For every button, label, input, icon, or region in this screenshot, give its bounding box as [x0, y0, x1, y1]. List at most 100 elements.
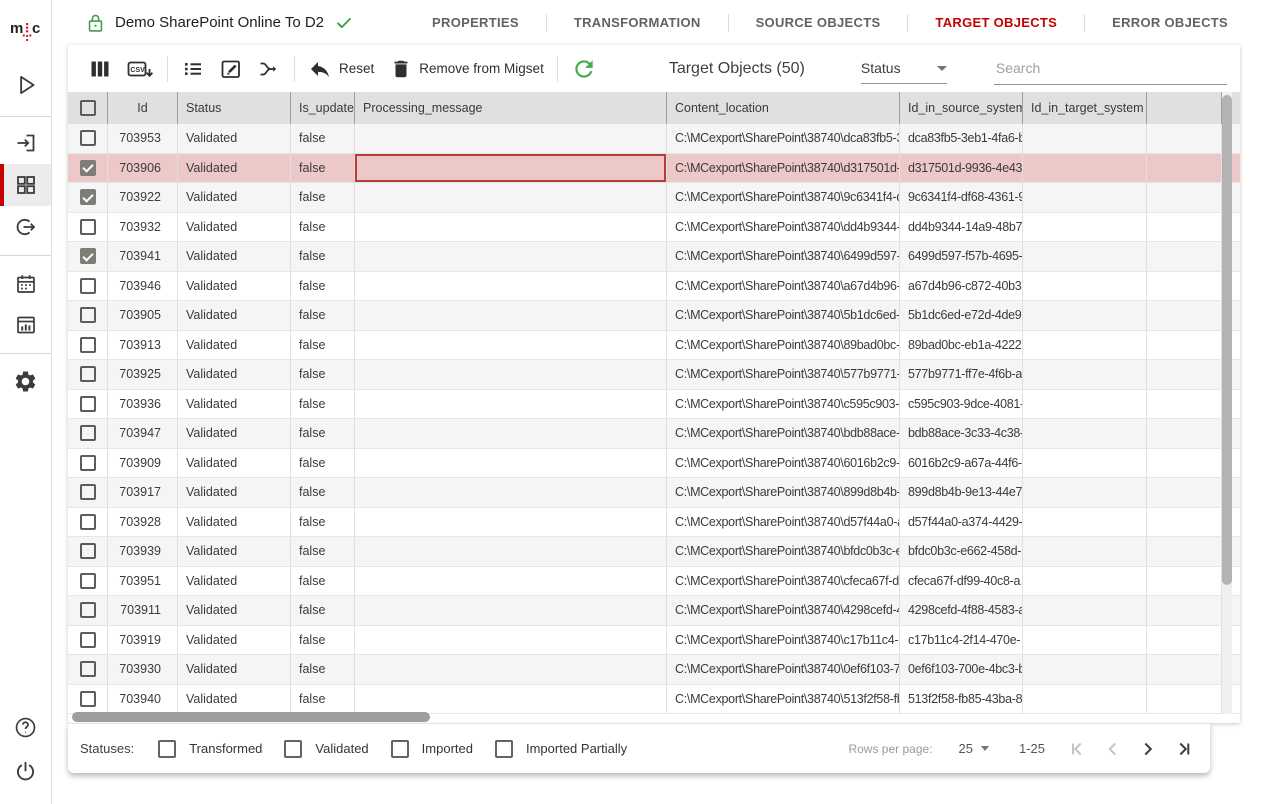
table-row[interactable]: 703940ValidatedfalseC:\MCexport\SharePoi…	[68, 685, 1240, 715]
tab-transformation[interactable]: TRANSFORMATION	[547, 0, 728, 45]
reset-button[interactable]: Reset	[308, 57, 374, 81]
table-row[interactable]: 703930ValidatedfalseC:\MCexport\SharePoi…	[68, 655, 1240, 685]
columns-icon	[88, 57, 112, 81]
horizontal-scrollbar-thumb[interactable]	[72, 712, 430, 722]
status-filter-imported-partially[interactable]: Imported Partially	[495, 740, 627, 758]
table-row[interactable]: 703909ValidatedfalseC:\MCexport\SharePoi…	[68, 449, 1240, 479]
row-checkbox[interactable]	[80, 189, 96, 205]
table-row[interactable]: 703932ValidatedfalseC:\MCexport\SharePoi…	[68, 213, 1240, 243]
table-row[interactable]: 703917ValidatedfalseC:\MCexport\SharePoi…	[68, 478, 1240, 508]
row-checkbox[interactable]	[80, 307, 96, 323]
row-checkbox[interactable]	[80, 602, 96, 618]
refresh-button[interactable]	[571, 56, 597, 82]
row-checkbox[interactable]	[80, 573, 96, 589]
column-header-id-in-target-system[interactable]: Id_in_target_system	[1023, 92, 1147, 124]
table-row[interactable]: 703919ValidatedfalseC:\MCexport\SharePoi…	[68, 626, 1240, 656]
row-checkbox[interactable]	[80, 455, 96, 471]
row-checkbox[interactable]	[80, 691, 96, 707]
prev-page-button[interactable]	[1100, 736, 1126, 762]
table-row[interactable]: 703953ValidatedfalseC:\MCexport\SharePoi…	[68, 124, 1240, 154]
row-checkbox[interactable]	[80, 484, 96, 500]
first-page-button[interactable]	[1065, 736, 1091, 762]
table-row[interactable]: 703905ValidatedfalseC:\MCexport\SharePoi…	[68, 301, 1240, 331]
status-filter-validated[interactable]: Validated	[284, 740, 368, 758]
sidebar-item-logout[interactable]	[0, 750, 51, 792]
move-to-migset-button[interactable]	[257, 57, 281, 81]
remove-from-migset-button[interactable]: Remove from Migset	[390, 58, 544, 80]
csv-export-button[interactable]: CSV	[126, 56, 154, 82]
sidebar-item-migsets[interactable]	[0, 164, 51, 206]
table-row[interactable]: 703939ValidatedfalseC:\MCexport\SharePoi…	[68, 537, 1240, 567]
sidebar-item-export[interactable]	[0, 206, 51, 248]
paginator: Rows per page: 25 1-25	[848, 736, 1196, 762]
last-page-button[interactable]	[1170, 736, 1196, 762]
status-filter-imported[interactable]: Imported	[391, 740, 473, 758]
select-all-checkbox[interactable]	[80, 100, 96, 116]
column-settings-button[interactable]	[88, 57, 112, 81]
sidebar-item-reports[interactable]	[0, 304, 51, 346]
status-filter-transformed[interactable]: Transformed	[158, 740, 262, 758]
cell-processing-message	[355, 272, 667, 301]
tab-source-objects[interactable]: SOURCE OBJECTS	[729, 0, 908, 45]
row-checkbox[interactable]	[80, 160, 96, 176]
vertical-scrollbar[interactable]	[1222, 92, 1232, 714]
sign-in-icon	[14, 131, 38, 155]
cell-id-in-source-system: 513f2f58-fb85-43ba-8…	[900, 685, 1023, 714]
sidebar-item-settings[interactable]	[0, 360, 51, 402]
table-row[interactable]: 703906ValidatedfalseC:\MCexport\SharePoi…	[68, 154, 1240, 184]
cell-id-in-source-system: 6499d597-f57b-4695-…	[900, 242, 1023, 271]
row-checkbox[interactable]	[80, 219, 96, 235]
row-checkbox[interactable]	[80, 543, 96, 559]
row-checkbox[interactable]	[80, 248, 96, 264]
table-row[interactable]: 703925ValidatedfalseC:\MCexport\SharePoi…	[68, 360, 1240, 390]
cell-processing-message	[355, 626, 667, 655]
status-filter-checkbox[interactable]	[495, 740, 513, 758]
cell-is-update: false	[291, 242, 355, 271]
column-header-content-location[interactable]: Content_location	[667, 92, 900, 124]
rows-per-page-select[interactable]: 25	[959, 741, 989, 756]
column-header-id-in-source-system[interactable]: Id_in_source_system	[900, 92, 1023, 124]
status-filter-checkbox[interactable]	[284, 740, 302, 758]
row-checkbox[interactable]	[80, 278, 96, 294]
cell-is-update: false	[291, 419, 355, 448]
sidebar-item-run[interactable]	[0, 64, 51, 106]
sidebar-item-help[interactable]	[0, 706, 51, 748]
table-row[interactable]: 703947ValidatedfalseC:\MCexport\SharePoi…	[68, 419, 1240, 449]
vertical-scrollbar-thumb[interactable]	[1222, 95, 1232, 585]
tab-properties[interactable]: PROPERTIES	[405, 0, 546, 45]
search-input[interactable]	[994, 53, 1227, 85]
table-row[interactable]: 703951ValidatedfalseC:\MCexport\SharePoi…	[68, 567, 1240, 597]
table-row[interactable]: 703911ValidatedfalseC:\MCexport\SharePoi…	[68, 596, 1240, 626]
table-row[interactable]: 703922ValidatedfalseC:\MCexport\SharePoi…	[68, 183, 1240, 213]
cell-id: 703930	[108, 655, 178, 684]
cell-content-location: C:\MCexport\SharePoint\38740\9c6341f4-df…	[667, 183, 900, 212]
sidebar-item-import[interactable]	[0, 122, 51, 164]
attributes-list-button[interactable]	[181, 57, 205, 81]
row-checkbox[interactable]	[80, 366, 96, 382]
row-checkbox[interactable]	[80, 130, 96, 146]
row-checkbox[interactable]	[80, 514, 96, 530]
status-filter-select[interactable]: Status	[861, 54, 947, 84]
table-row[interactable]: 703928ValidatedfalseC:\MCexport\SharePoi…	[68, 508, 1240, 538]
cell-processing-message	[355, 213, 667, 242]
status-filter-checkbox[interactable]	[158, 740, 176, 758]
column-header-status[interactable]: Status	[178, 92, 291, 124]
sidebar-item-scheduler[interactable]	[0, 263, 51, 305]
row-checkbox[interactable]	[80, 632, 96, 648]
row-checkbox[interactable]	[80, 337, 96, 353]
tab-target-objects[interactable]: TARGET OBJECTS	[908, 0, 1084, 45]
column-header-id[interactable]: Id	[108, 92, 178, 124]
row-checkbox[interactable]	[80, 661, 96, 677]
status-filter-checkbox[interactable]	[391, 740, 409, 758]
edit-object-button[interactable]	[219, 57, 243, 81]
next-page-button[interactable]	[1135, 736, 1161, 762]
column-header-processing-message[interactable]: Processing_message	[355, 92, 667, 124]
column-header-is-update[interactable]: Is_update	[291, 92, 355, 124]
table-row[interactable]: 703946ValidatedfalseC:\MCexport\SharePoi…	[68, 272, 1240, 302]
row-checkbox[interactable]	[80, 425, 96, 441]
row-checkbox[interactable]	[80, 396, 96, 412]
tab-error-objects[interactable]: ERROR OBJECTS	[1085, 0, 1255, 45]
table-row[interactable]: 703936ValidatedfalseC:\MCexport\SharePoi…	[68, 390, 1240, 420]
table-row[interactable]: 703941ValidatedfalseC:\MCexport\SharePoi…	[68, 242, 1240, 272]
table-row[interactable]: 703913ValidatedfalseC:\MCexport\SharePoi…	[68, 331, 1240, 361]
